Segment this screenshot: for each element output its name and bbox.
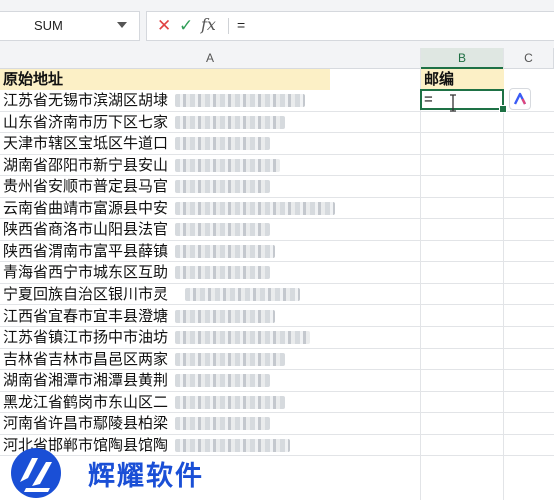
address-text: 陕西省商洛市山阳县法官	[3, 220, 169, 239]
address-text: 湖南省邵阳市新宁县安山	[3, 155, 169, 174]
table-row: 湖南省湘潭市湘潭县黄荆	[0, 370, 554, 392]
redacted-text	[175, 201, 335, 215]
table-row: 黑龙江省鹤岗市东山区二	[0, 392, 554, 414]
address-text: 山东省济南市历下区七家	[3, 112, 169, 131]
address-cell[interactable]: 湖南省湘潭市湘潭县黄荆	[0, 370, 421, 391]
redacted-text	[175, 94, 305, 107]
ai-assistant-button[interactable]	[509, 88, 531, 110]
formula-bar-icons: ✕ ✓ fx	[147, 12, 225, 40]
formula-bar-divider	[228, 18, 229, 34]
text-cursor-icon	[450, 94, 456, 112]
redacted-text	[175, 115, 285, 129]
table-row: 吉林省吉林市昌邑区两家	[0, 349, 554, 371]
confirm-icon[interactable]: ✓	[179, 16, 193, 36]
address-text: 陕西省渭南市富平县薛镇	[3, 241, 169, 260]
cancel-icon[interactable]: ✕	[157, 16, 171, 36]
formula-bar[interactable]: ✕ ✓ fx =	[146, 11, 554, 41]
redacted-text	[175, 180, 270, 194]
address-cell[interactable]: 江苏省无锡市滨湖区胡埭	[0, 90, 421, 111]
redacted-text	[175, 244, 275, 258]
address-cell[interactable]: 吉林省吉林市昌邑区两家	[0, 349, 421, 370]
address-text: 天津市辖区宝坻区牛道口	[3, 134, 169, 153]
address-text: 青海省西宁市城东区互助	[3, 263, 169, 282]
address-cell[interactable]: 宁夏回族自治区银川市灵	[0, 284, 421, 305]
address-text: 河南省许昌市鄢陵县柏梁	[3, 414, 169, 433]
address-text: 云南省曲靖市富源县中安	[3, 198, 169, 217]
address-text: 湖南省湘潭市湘潭县黄荆	[3, 371, 169, 390]
redacted-text	[175, 417, 270, 431]
address-text: 贵州省安顺市普定县马官	[3, 177, 169, 196]
address-cell[interactable]: 湖南省邵阳市新宁县安山	[0, 155, 421, 176]
address-cell[interactable]: 青海省西宁市城东区互助	[0, 262, 421, 283]
name-box[interactable]: SUM	[0, 11, 140, 41]
table-row: 河南省许昌市鄢陵县柏梁	[0, 413, 554, 435]
address-cell[interactable]: 江西省宜春市宜丰县澄塘	[0, 306, 421, 327]
table-row: 云南省曲靖市富源县中安	[0, 198, 554, 220]
table-row: 天津市辖区宝坻区牛道口	[0, 133, 554, 155]
header-postcode[interactable]: 邮编	[424, 70, 454, 89]
redacted-text	[175, 309, 275, 323]
table-row: 湖南省邵阳市新宁县安山	[0, 155, 554, 177]
address-cell[interactable]: 云南省曲靖市富源县中安	[0, 198, 421, 219]
address-cell[interactable]: 陕西省商洛市山阳县法官	[0, 219, 421, 240]
column-header-c[interactable]: C	[504, 48, 554, 69]
table-row: 江苏省镇江市扬中市油坊	[0, 327, 554, 349]
address-text: 宁夏回族自治区银川市灵	[3, 284, 169, 303]
address-text: 黑龙江省鹤岗市东山区二	[3, 392, 169, 411]
ai-assistant-icon	[513, 92, 527, 105]
address-text: 江苏省无锡市滨湖区胡埭	[3, 91, 169, 109]
insert-function-icon[interactable]: fx	[201, 15, 216, 34]
table-row: 陕西省渭南市富平县薛镇	[0, 241, 554, 263]
redacted-text	[175, 158, 280, 172]
redacted-text	[175, 438, 290, 452]
table-row: 青海省西宁市城东区互助	[0, 262, 554, 284]
address-text: 江西省宜春市宜丰县澄塘	[3, 306, 169, 325]
brand-name: 辉耀软件	[88, 461, 204, 492]
name-box-value: SUM	[34, 18, 63, 33]
address-cell[interactable]: 天津市辖区宝坻区牛道口	[0, 133, 421, 154]
address-cell[interactable]: 河南省许昌市鄢陵县柏梁	[0, 413, 421, 434]
redacted-text	[185, 287, 300, 301]
column-header-a[interactable]: A	[0, 48, 421, 69]
redacted-text	[175, 352, 285, 366]
table-row: 贵州省安顺市普定县马官	[0, 176, 554, 198]
address-text: 江苏省镇江市扬中市油坊	[3, 328, 169, 347]
redacted-text	[175, 266, 270, 280]
table-row: 江西省宜春市宜丰县澄塘	[0, 306, 554, 328]
address-text: 吉林省吉林市昌邑区两家	[3, 349, 169, 368]
address-cell[interactable]: 黑龙江省鹤岗市东山区二	[0, 392, 421, 413]
address-cell[interactable]: 江苏省镇江市扬中市油坊	[0, 327, 421, 348]
table-row: 山东省济南市历下区七家	[0, 112, 554, 134]
formula-toolbar: SUM ✕ ✓ fx =	[0, 0, 554, 49]
redacted-text	[175, 374, 270, 388]
redacted-text	[175, 223, 270, 237]
redacted-text	[175, 137, 270, 151]
header-original-address[interactable]: 原始地址	[3, 70, 63, 89]
address-cell[interactable]: 陕西省渭南市富平县薛镇	[0, 241, 421, 262]
fill-handle[interactable]	[499, 105, 507, 113]
formula-input[interactable]: =	[237, 17, 245, 33]
chevron-down-icon[interactable]	[117, 22, 127, 28]
active-cell-b2[interactable]: =	[420, 89, 504, 110]
address-cell[interactable]: 山东省济南市历下区七家	[0, 112, 421, 133]
active-cell-value: =	[424, 91, 433, 108]
redacted-text	[175, 395, 285, 409]
address-cell[interactable]: 贵州省安顺市普定县马官	[0, 176, 421, 197]
table-row: 陕西省商洛市山阳县法官	[0, 219, 554, 241]
table-row: 宁夏回族自治区银川市灵	[0, 284, 554, 306]
redacted-text	[175, 331, 310, 345]
column-header-b[interactable]: B	[421, 48, 504, 69]
